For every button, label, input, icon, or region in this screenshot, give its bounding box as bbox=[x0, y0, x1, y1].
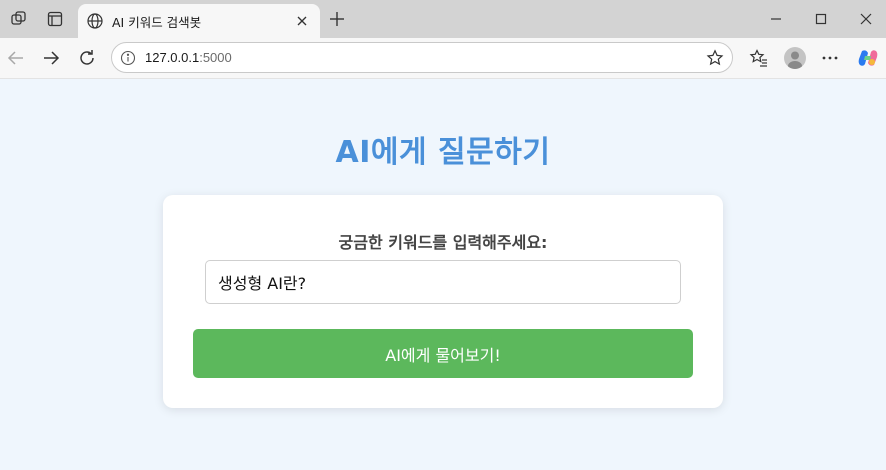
browser-tab-active[interactable]: AI 키워드 검색봇 bbox=[78, 4, 320, 38]
close-tab-icon[interactable] bbox=[294, 13, 310, 29]
profile-avatar[interactable] bbox=[784, 47, 806, 69]
address-bar[interactable]: 127.0.0.1:5000 bbox=[111, 42, 733, 73]
keyword-input[interactable] bbox=[205, 260, 681, 304]
tab-title: AI 키워드 검색봇 bbox=[112, 15, 202, 30]
maximize-icon[interactable] bbox=[812, 10, 830, 28]
favorite-star-icon[interactable] bbox=[706, 49, 724, 67]
favorites-icon[interactable] bbox=[749, 48, 769, 68]
browser-titlebar: AI 키워드 검색봇 bbox=[0, 0, 886, 38]
site-info-icon[interactable] bbox=[120, 50, 136, 66]
ask-ai-button[interactable]: AI에게 물어보기! bbox=[193, 329, 693, 378]
copilot-icon[interactable] bbox=[857, 47, 879, 69]
page-body: AI에게 질문하기 궁금한 키워드를 입력해주세요: AI에게 물어보기! bbox=[0, 79, 886, 470]
forward-icon[interactable] bbox=[41, 48, 61, 68]
url-text[interactable]: 127.0.0.1:5000 bbox=[145, 50, 232, 65]
new-tab-icon[interactable] bbox=[328, 10, 346, 28]
globe-icon bbox=[87, 13, 103, 29]
page-title: AI에게 질문하기 bbox=[335, 135, 551, 170]
refresh-icon[interactable] bbox=[77, 48, 97, 68]
browser-toolbar: 127.0.0.1:5000 bbox=[0, 38, 886, 79]
close-window-icon[interactable] bbox=[857, 10, 875, 28]
back-icon[interactable] bbox=[6, 48, 26, 68]
more-options-icon[interactable] bbox=[820, 48, 840, 68]
vertical-tabs-icon[interactable] bbox=[45, 9, 65, 29]
person-icon bbox=[788, 51, 802, 69]
question-card: 궁금한 키워드를 입력해주세요: AI에게 물어보기! bbox=[163, 195, 723, 408]
minimize-icon[interactable] bbox=[767, 10, 785, 28]
keyword-prompt-label: 궁금한 키워드를 입력해주세요: bbox=[338, 233, 548, 252]
workspaces-icon[interactable] bbox=[9, 9, 29, 29]
